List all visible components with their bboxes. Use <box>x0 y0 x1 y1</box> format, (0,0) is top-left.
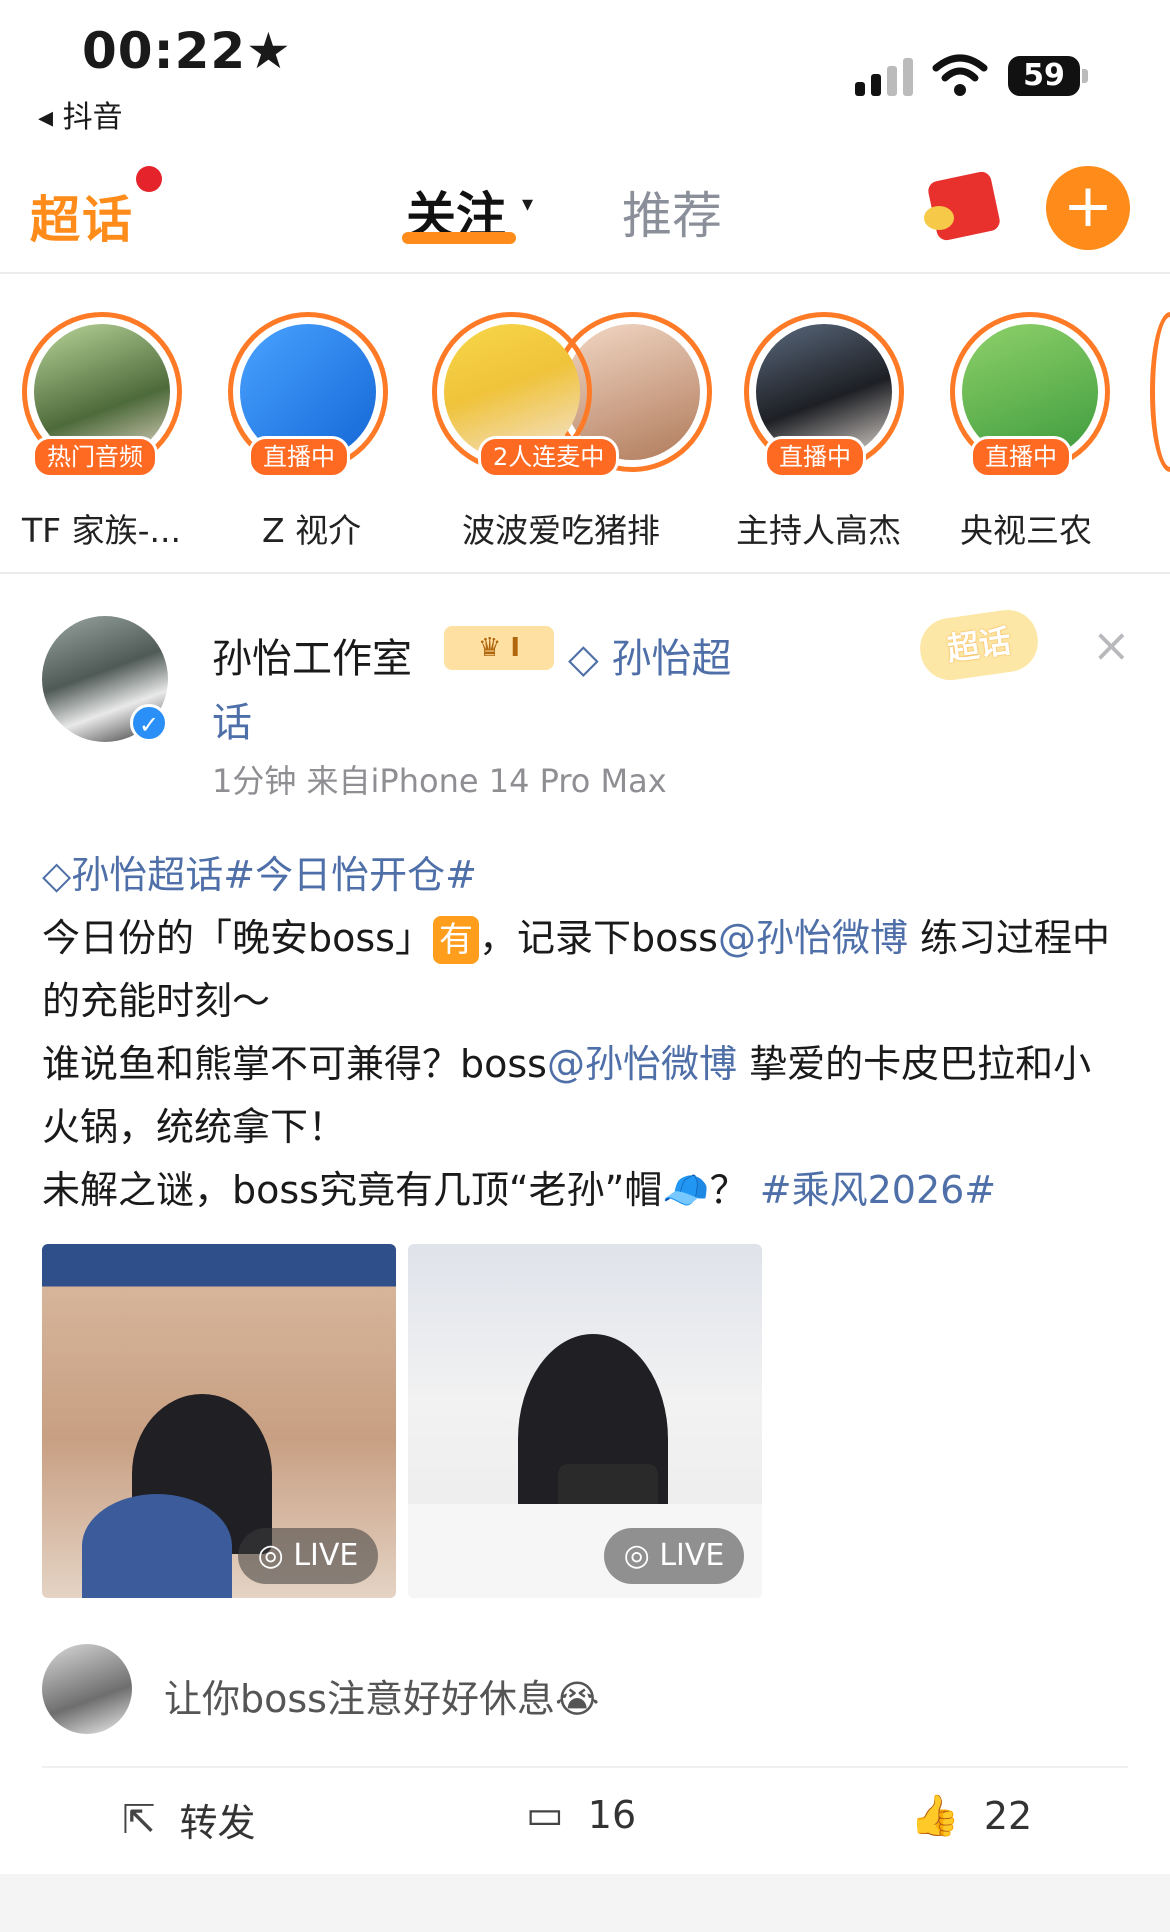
red-packet-coin <box>924 206 954 230</box>
chaohua-badge: 超话 <box>916 606 1042 684</box>
back-to-app-link[interactable]: ◂ 抖音 <box>38 92 123 136</box>
divider <box>0 272 1170 274</box>
story-name: Z 视介 <box>262 511 362 550</box>
divider <box>42 1766 1128 1768</box>
story-badge: 直播中 <box>764 436 866 478</box>
post-photo[interactable]: ◎ LIVE <box>408 1244 762 1598</box>
feed-separator <box>0 1874 1170 1932</box>
photo-stool <box>82 1494 232 1598</box>
live-photo-badge: ◎ LIVE <box>604 1528 744 1584</box>
repost-icon: ⇱ <box>122 1796 156 1843</box>
story-ring-partial <box>1150 312 1170 472</box>
status-time: 00:22 <box>82 22 247 80</box>
mention-link[interactable]: @孙怡微博 <box>547 1042 737 1086</box>
live-photo-badge: ◎ LIVE <box>238 1528 378 1584</box>
story-name: 主持人高杰 <box>736 511 901 550</box>
notification-dot <box>136 166 162 192</box>
close-icon[interactable]: × <box>1092 618 1131 672</box>
like-count: 22 <box>983 1793 1033 1838</box>
story-badge: 直播中 <box>970 436 1072 478</box>
topic-tag-link[interactable]: #乘风2026# <box>760 1168 996 1212</box>
comment-icon: ▭ <box>526 1792 564 1838</box>
content-text: 未解之谜，boss究竟有几顶“老孙”帽🧢？ <box>42 1168 748 1212</box>
battery-tip <box>1082 69 1088 83</box>
post-content: ◇孙怡超话#今日怡开仓# 今日份的「晚安boss」有，记录下boss@孙怡微博 … <box>42 844 1128 1222</box>
content-text: ，记录下boss <box>478 916 718 960</box>
post-meta: 1分钟 来自iPhone 14 Pro Max <box>212 762 667 800</box>
verified-icon: ✓ <box>130 704 168 742</box>
crown-badge-icon: ♛ I <box>444 626 554 670</box>
content-text: 今日份的「晚安boss」 <box>42 916 433 960</box>
content-text: 谁说鱼和熊掌不可兼得？boss <box>42 1042 547 1086</box>
story-name: 央视三农 <box>960 511 1092 550</box>
chevron-down-icon[interactable]: ▾ <box>522 192 533 217</box>
tab-recommend[interactable]: 推荐 <box>622 176 722 248</box>
star-icon: ★ <box>246 22 291 80</box>
comment-count: 16 <box>587 1793 637 1837</box>
live-label: LIVE <box>659 1538 725 1573</box>
mention-link[interactable]: @孙怡微博 <box>718 916 908 960</box>
topic-link-continued[interactable]: 话 <box>212 690 252 748</box>
comment-preview[interactable]: 让你boss注意好好休息😭 <box>164 1668 599 1723</box>
story-badge: 2人连麦中 <box>478 436 620 478</box>
cellular-signal-icon <box>855 58 915 96</box>
repost-label: 转发 <box>179 1801 256 1845</box>
story-name: TF 家族-... <box>22 511 182 550</box>
story-badge: 直播中 <box>248 436 350 478</box>
chaohua-logo[interactable]: 超话 <box>30 180 134 252</box>
repost-button[interactable]: ⇱ 转发 <box>122 1792 256 1847</box>
thumbs-up-icon: 👍 <box>910 1793 960 1839</box>
battery-icon: 59 <box>1008 56 1080 96</box>
wifi-icon <box>932 54 988 96</box>
story-name: 波波爱吃猪排 <box>462 511 660 550</box>
you-emoji-icon: 有 <box>432 916 479 964</box>
topic-link[interactable]: ◇ 孙怡超 <box>568 626 731 684</box>
crown-level: I <box>510 633 521 663</box>
commenter-avatar[interactable] <box>42 1644 132 1734</box>
live-label: LIVE <box>293 1538 359 1573</box>
story-badge: 热门音频 <box>32 436 158 478</box>
post-photo[interactable]: ◎ LIVE <box>42 1244 396 1598</box>
topic-tags[interactable]: ◇孙怡超话#今日怡开仓# <box>42 853 477 897</box>
tab-active-indicator <box>402 232 516 244</box>
add-button[interactable]: + <box>1046 166 1130 250</box>
divider <box>0 572 1170 574</box>
like-button[interactable]: 👍 22 <box>910 1792 1032 1839</box>
author-name[interactable]: 孙怡工作室 <box>212 626 412 684</box>
comment-button[interactable]: ▭ 16 <box>526 1792 636 1838</box>
